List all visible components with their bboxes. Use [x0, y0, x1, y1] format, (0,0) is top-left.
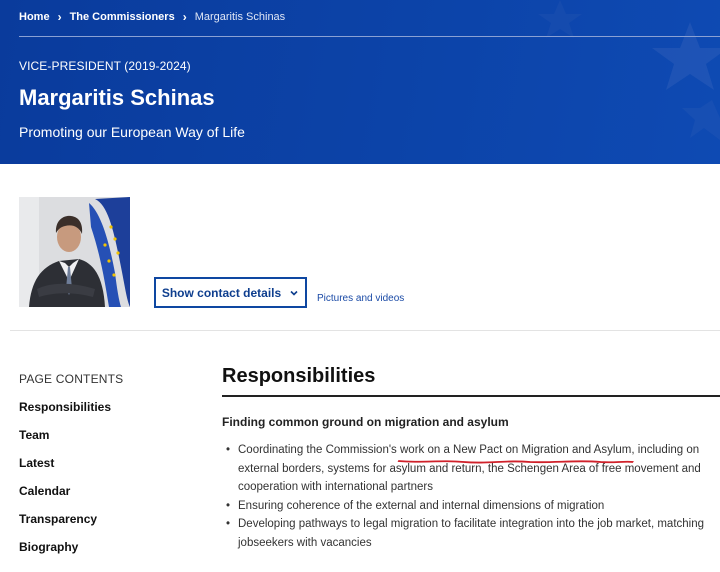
section-title: Responsibilities [222, 365, 376, 387]
list-item: Coordinating the Commission's work on a … [226, 441, 706, 497]
toc-link-team[interactable]: Team [19, 428, 49, 442]
toc-link-calendar[interactable]: Calendar [19, 484, 70, 498]
breadcrumb-current-page: Margaritis Schinas [194, 11, 286, 23]
commissioner-name: Margaritis Schinas [19, 85, 215, 110]
toc-link-latest[interactable]: Latest [19, 456, 54, 470]
commissioner-hero-banner: Home › The Commissioners › Margaritis Sc… [0, 0, 720, 164]
commissioner-role: VICE-PRESIDENT (2019-2024) [19, 59, 191, 73]
red-underline-annotation [397, 459, 634, 463]
hero-divider [19, 36, 720, 37]
show-contact-details-label: Show contact details [161, 285, 282, 300]
breadcrumb-commissioners-link[interactable]: The Commissioners [70, 11, 175, 23]
responsibility-list: Coordinating the Commission's work on a … [226, 441, 706, 552]
toc-link-responsibilities[interactable]: Responsibilities [19, 400, 111, 414]
underlined-text: work on a New Pact on Migration and Asyl… [400, 444, 632, 456]
breadcrumb-separator-icon: › [57, 10, 62, 24]
page-contents-heading: PAGE CONTENTS [19, 372, 124, 386]
list-item: Ensuring coherence of the external and i… [226, 497, 706, 516]
chevron-down-icon [290, 290, 298, 296]
list-item-text: Coordinating the Commission's [238, 444, 400, 456]
commissioner-portrait [19, 197, 130, 307]
commissioner-portfolio: Promoting our European Way of Life [19, 124, 245, 140]
profile-divider [10, 330, 720, 331]
list-item: Developing pathways to legal migration t… [226, 515, 706, 552]
breadcrumb-home-link[interactable]: Home [19, 11, 50, 23]
pictures-and-videos-link[interactable]: Pictures and videos [317, 293, 404, 304]
breadcrumb-separator-icon: › [182, 10, 187, 24]
red-underlined-phrase: work on a New Pact on Migration and Asyl… [397, 441, 634, 463]
toc-link-biography[interactable]: Biography [19, 540, 78, 554]
show-contact-details-button[interactable]: Show contact details [154, 277, 307, 308]
toc-link-transparency[interactable]: Transparency [19, 512, 97, 526]
section-title-rule [222, 395, 720, 397]
responsibility-subheading: Finding common ground on migration and a… [222, 415, 509, 429]
breadcrumb: Home › The Commissioners › Margaritis Sc… [19, 10, 285, 24]
